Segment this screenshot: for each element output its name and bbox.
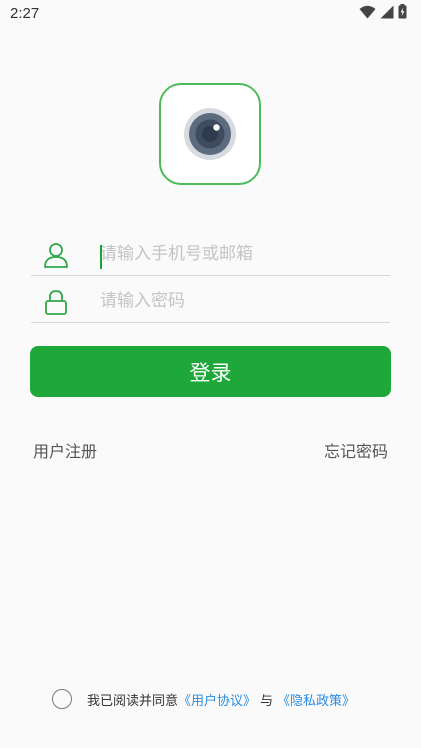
status-time: 2:27 (10, 5, 40, 22)
agreement-checkbox[interactable] (52, 689, 72, 709)
battery-icon (398, 3, 407, 23)
status-bar: 2:27 (0, 0, 421, 28)
account-field (31, 232, 390, 276)
camera-lens-icon (184, 108, 236, 160)
forgot-password-link[interactable]: 忘记密码 (324, 438, 388, 462)
password-field (31, 279, 390, 323)
agreement-text: 我已阅读并同意 (87, 693, 179, 709)
wifi-icon (359, 4, 376, 23)
privacy-policy-link[interactable]: 《隐私政策》 (277, 690, 355, 709)
login-button[interactable]: 登录 (30, 346, 391, 397)
agreement-joiner: 与 (260, 693, 274, 709)
lock-icon (43, 289, 69, 315)
text-cursor (100, 245, 102, 269)
person-icon (43, 242, 69, 268)
signal-icon (380, 4, 394, 23)
app-logo (159, 83, 261, 185)
register-link[interactable]: 用户注册 (33, 438, 97, 462)
password-input[interactable] (100, 287, 380, 315)
user-agreement-link[interactable]: 《用户协议》 (178, 690, 256, 709)
account-input[interactable] (100, 240, 380, 268)
status-icons (359, 3, 407, 23)
agreement-row: 我已阅读并同意 《用户协议》 与 《隐私政策》 (52, 687, 355, 711)
